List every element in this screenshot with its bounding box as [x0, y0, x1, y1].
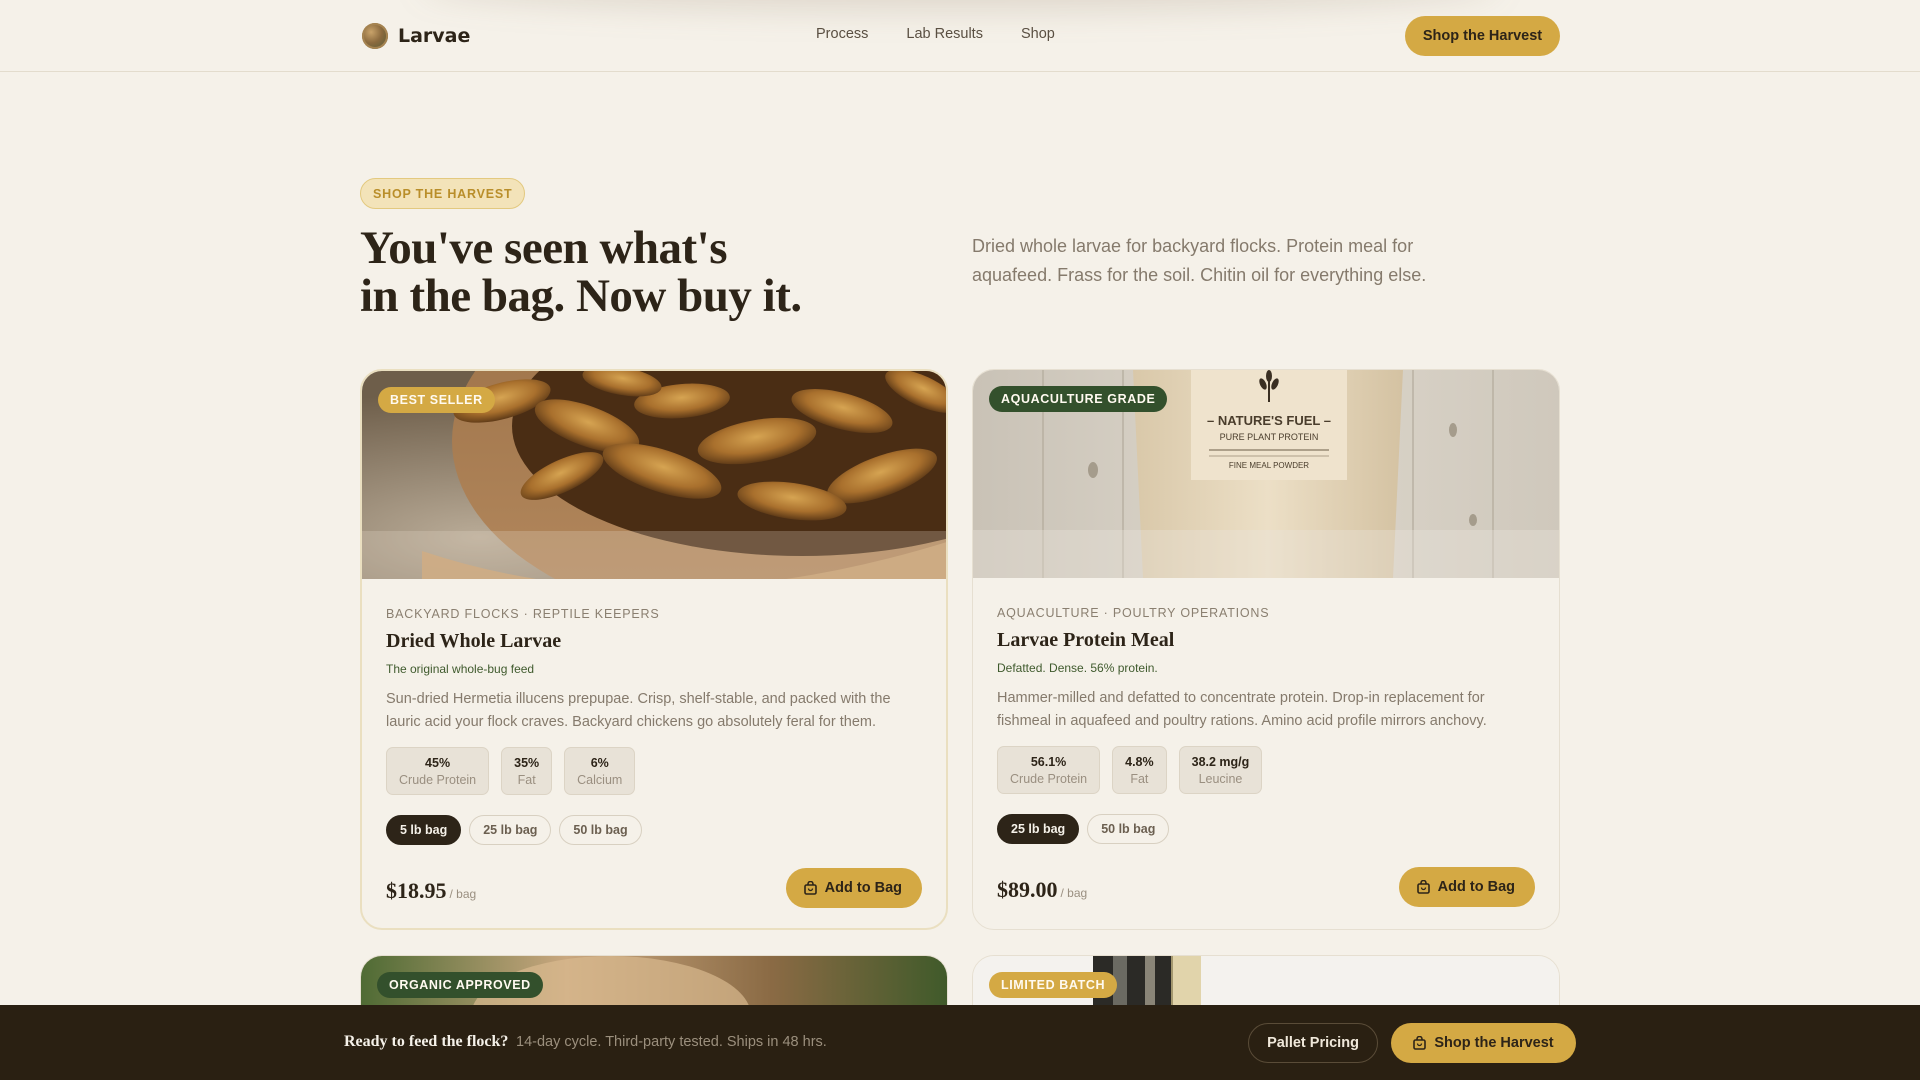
package-sub-text: FINE MEAL POWDER [1229, 461, 1309, 470]
stat-label: Leucine [1198, 771, 1243, 786]
pallet-pricing-button[interactable]: Pallet Pricing [1248, 1023, 1378, 1063]
nav-shadow [420, 0, 1500, 10]
shopping-bag-icon [803, 881, 817, 895]
badge-limited-batch: LIMITED BATCH [989, 972, 1118, 998]
add-to-bag-label: Add to Bag [1437, 879, 1515, 895]
stat-value: 4.8% [1125, 754, 1154, 769]
size-option-25lb[interactable]: 25 lb bag [469, 815, 552, 845]
stat-fat: 35% Fat [501, 747, 553, 795]
hero-description: Dried whole larvae for backyard flocks. … [972, 236, 1427, 285]
card-kicker: AQUACULTURE · POULTRY OPERATIONS [997, 606, 1270, 620]
product-tagline: Defatted. Dense. 56% protein. [997, 661, 1158, 675]
top-nav: Larvae Process Lab Results Shop Shop the… [0, 0, 1920, 72]
add-to-bag-button[interactable]: Add to Bag [785, 868, 922, 908]
sticky-shop-label: Shop the Harvest [1434, 1035, 1554, 1051]
product-description: Sun-dried Hermetia illucens prepupae. Cr… [386, 691, 891, 730]
hero-title: You've seen what's in the bag. Now buy i… [360, 224, 880, 320]
badge-best-seller: BEST SELLER [378, 387, 495, 413]
shopping-bag-icon [1413, 1036, 1427, 1050]
product-description: Hammer-milled and defatted to concentrat… [997, 690, 1487, 729]
add-to-bag-label: Add to Bag [824, 880, 902, 896]
nav-link-process[interactable]: Process [816, 26, 868, 42]
card-body: BACKYARD FLOCKS · REPTILE KEEPERS Dried … [386, 607, 922, 845]
price-row: $89.00/ bag Add to Bag [997, 867, 1535, 907]
brand[interactable]: Larvae [362, 22, 470, 50]
shopping-bag-icon [1416, 880, 1430, 894]
package-brand-text: – NATURE'S FUEL – [1207, 413, 1331, 428]
stat-label: Fat [1130, 771, 1149, 786]
stat-label: Crude Protein [399, 772, 477, 787]
product-price: $18.95/ bag [386, 878, 476, 904]
badge-aquaculture-grade: AQUACULTURE GRADE [989, 386, 1168, 412]
sticky-shop-button[interactable]: Shop the Harvest [1391, 1023, 1576, 1063]
badge-organic-approved: ORGANIC APPROVED [377, 972, 543, 998]
stat-label: Fat [517, 772, 536, 787]
hero-title-line-2: in the bag. Now buy it. [360, 270, 802, 322]
add-to-bag-button[interactable]: Add to Bag [1398, 867, 1535, 907]
nav-link-lab-results[interactable]: Lab Results [906, 26, 983, 42]
hero-title-line-1: You've seen what's [360, 222, 728, 274]
size-selector: 5 lb bag 25 lb bag 50 lb bag [386, 815, 922, 845]
stat-value: 56.1% [1030, 754, 1067, 769]
product-price: $89.00/ bag [997, 877, 1087, 903]
card-body: AQUACULTURE · POULTRY OPERATIONS Larvae … [997, 606, 1535, 844]
product-title: Larvae Protein Meal [997, 629, 1175, 651]
sticky-bar-subtitle: 14-day cycle. Third-party tested. Ships … [516, 1034, 827, 1050]
nav-link-shop[interactable]: Shop [1021, 26, 1055, 42]
size-option-5lb[interactable]: 5 lb bag [386, 815, 462, 845]
stat-label: Calcium [577, 772, 623, 787]
stat-value: 6% [590, 755, 609, 770]
nav-shop-button[interactable]: Shop the Harvest [1405, 16, 1560, 56]
size-option-25lb[interactable]: 25 lb bag [997, 814, 1080, 844]
price-unit: / bag [449, 887, 477, 901]
card-kicker: BACKYARD FLOCKS · REPTILE KEEPERS [386, 607, 660, 621]
larvae-logo-icon [362, 23, 388, 49]
section-eyebrow: SHOP THE HARVEST [360, 178, 526, 209]
stat-label: Crude Protein [1010, 771, 1088, 786]
stat-calcium: 6% Calcium [564, 747, 636, 795]
price-value: $89.00 [997, 877, 1058, 902]
sticky-cta-bar: Ready to feed the flock? 14-day cycle. T… [0, 1005, 1920, 1080]
product-image-protein-bag: – NATURE'S FUEL – PURE PLANT PROTEIN FIN… [973, 370, 1559, 578]
package-line-text: PURE PLANT PROTEIN [1220, 432, 1319, 442]
stat-fat: 4.8% Fat [1112, 746, 1167, 794]
price-unit: / bag [1060, 886, 1088, 900]
product-card-larvae-protein-meal: – NATURE'S FUEL – PURE PLANT PROTEIN FIN… [972, 369, 1560, 930]
stat-value: 45% [425, 755, 451, 770]
nutrition-stats: 45% Crude Protein 35% Fat 6% Calcium [386, 747, 922, 795]
size-selector: 25 lb bag 50 lb bag [997, 814, 1535, 844]
product-image-larvae-bowl: BEST SELLER [362, 371, 946, 579]
stat-crude-protein: 45% Crude Protein [386, 747, 490, 795]
product-card-dried-whole-larvae: BEST SELLER BACKYARD FLOCKS · REPTILE KE… [360, 369, 948, 930]
stat-leucine: 38.2 mg/g Leucine [1178, 746, 1263, 794]
price-row: $18.95/ bag Add to Bag [386, 868, 922, 908]
size-option-50lb[interactable]: 50 lb bag [559, 815, 642, 845]
nutrition-stats: 56.1% Crude Protein 4.8% Fat 38.2 mg/g L… [997, 746, 1535, 794]
stat-value: 38.2 mg/g [1191, 754, 1250, 769]
brand-name: Larvae [398, 25, 471, 47]
size-option-50lb[interactable]: 50 lb bag [1087, 814, 1170, 844]
stat-value: 35% [514, 755, 540, 770]
price-value: $18.95 [386, 878, 447, 903]
nav-links: Process Lab Results Shop [816, 26, 1055, 42]
sticky-bar-title: Ready to feed the flock? [344, 1033, 509, 1050]
product-title: Dried Whole Larvae [386, 630, 562, 652]
stat-crude-protein: 56.1% Crude Protein [997, 746, 1101, 794]
product-tagline: The original whole-bug feed [386, 662, 535, 676]
